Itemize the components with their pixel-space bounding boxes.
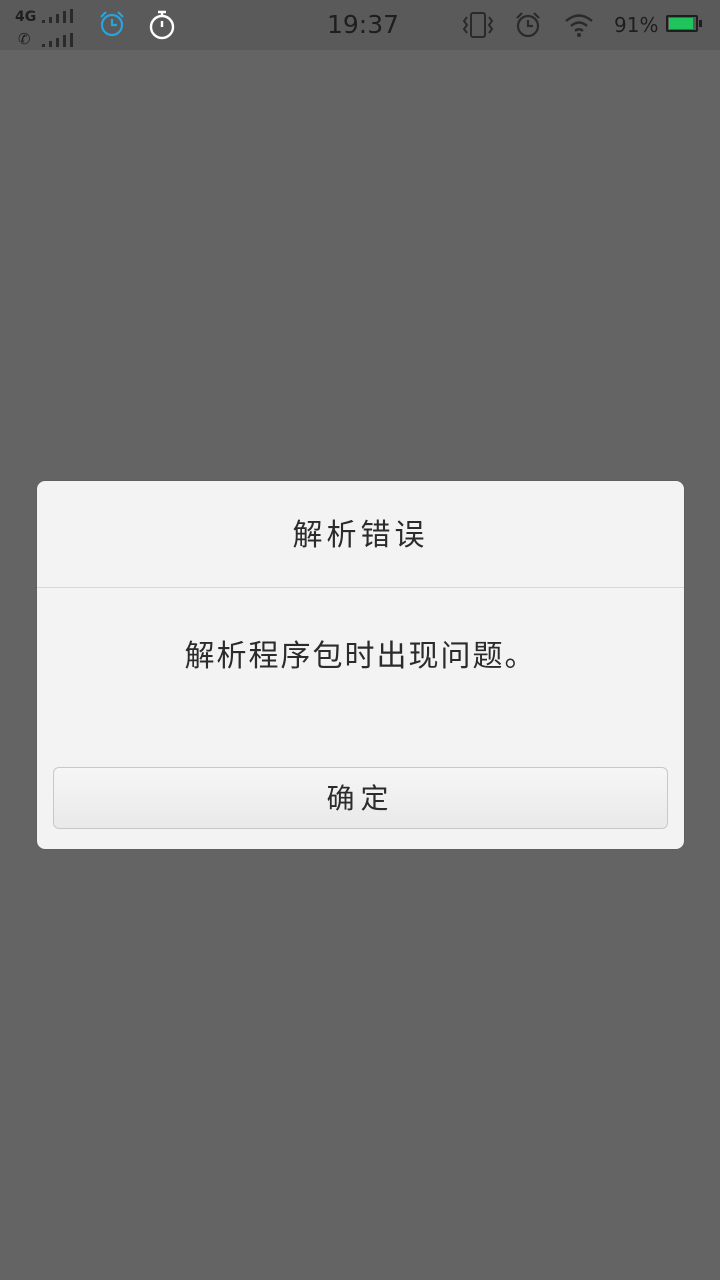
parse-error-dialog: 解析错误 解析程序包时出现问题。 确定 <box>37 481 684 849</box>
dialog-divider <box>37 587 684 588</box>
alarm-clock-icon <box>516 12 540 38</box>
ok-button[interactable]: 确定 <box>53 767 668 829</box>
call-signal-icon: ✆ <box>18 30 31 48</box>
stopwatch-icon <box>149 10 175 40</box>
status-bar: 4G ✆ 19:37 91% <box>0 0 720 50</box>
battery-fill <box>669 18 693 29</box>
battery-percent: 91% <box>614 13 659 37</box>
wifi-icon <box>565 14 593 37</box>
battery-icon <box>666 15 698 32</box>
network-type: 4G <box>15 9 37 25</box>
dialog-message: 解析程序包时出现问题。 <box>184 639 537 674</box>
dialog-title: 解析错误 <box>292 518 429 553</box>
clock-time: 19:37 <box>327 10 400 39</box>
call-signal-bars-icon <box>42 33 74 47</box>
battery-tip <box>699 20 702 27</box>
vibrate-icon <box>462 12 494 38</box>
alarm-icon <box>100 11 124 37</box>
signal-icon <box>42 9 74 23</box>
